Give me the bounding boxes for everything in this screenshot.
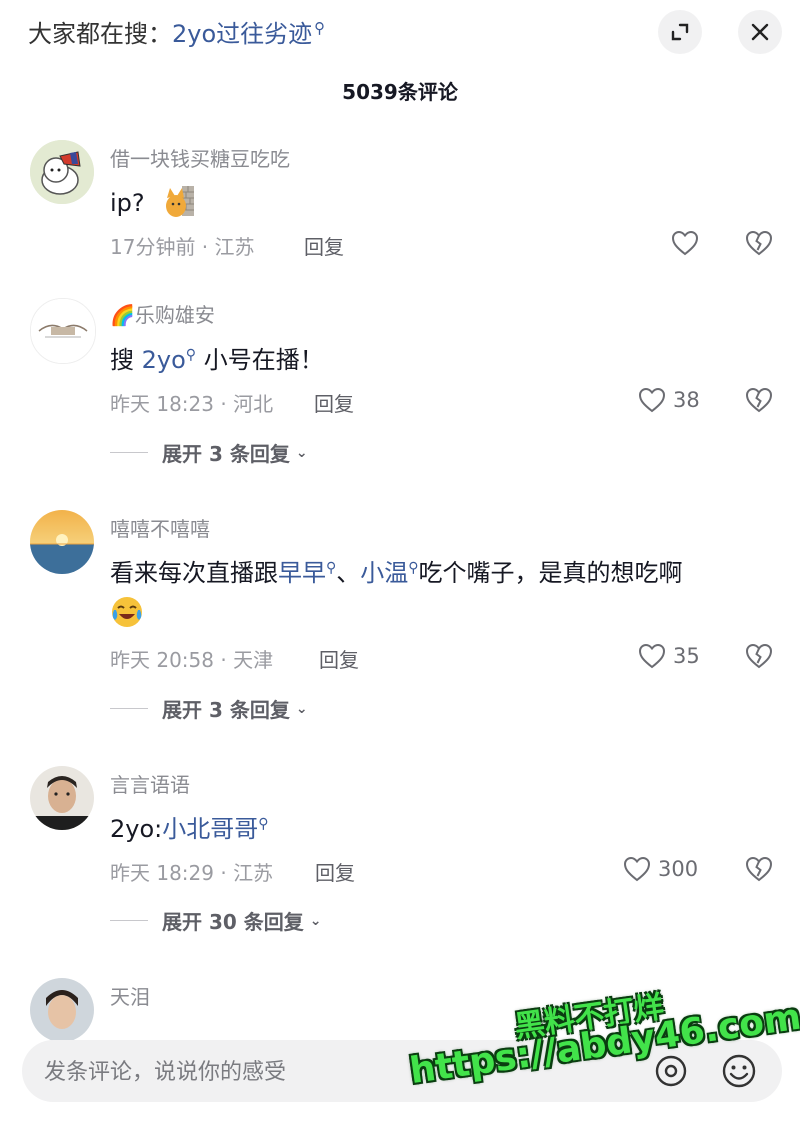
top-bar: 大家都在搜：2yo过往劣迹 ⚲ [0, 0, 800, 66]
avatar[interactable] [30, 140, 94, 204]
dislike-button[interactable] [744, 641, 774, 671]
magnifier-icon: ⚲ [258, 816, 269, 832]
comment-time-location: 昨天 18:23 · 河北 [110, 392, 274, 416]
chevron-down-icon: ⌄ [295, 444, 308, 461]
cat-sticker-icon [164, 184, 196, 224]
close-icon [751, 23, 769, 41]
avatar[interactable] [30, 510, 94, 574]
divider [110, 708, 148, 709]
at-icon [655, 1055, 687, 1087]
like-button[interactable]: 35 [637, 641, 700, 671]
search-link[interactable]: 小温 [360, 559, 408, 587]
comment-text: ip? [110, 184, 196, 224]
like-button[interactable]: 38 [637, 385, 700, 415]
heart-icon [671, 230, 699, 256]
comment-time-location: 昨天 18:29 · 江苏 [110, 861, 274, 885]
expand-icon [671, 23, 689, 41]
comment-input-bar [22, 1040, 782, 1102]
expand-replies[interactable]: 展开 3 条回复 ⌄ [110, 438, 308, 467]
username[interactable]: 嘻嘻不嘻嘻 [110, 513, 210, 542]
at-button[interactable] [652, 1052, 690, 1090]
expand-button[interactable] [658, 10, 702, 54]
broken-heart-icon [745, 387, 773, 413]
username[interactable]: 言言语语 [110, 769, 190, 798]
expand-replies[interactable]: 展开 3 条回复 ⌄ [110, 694, 308, 723]
trending-search-prefix: 大家都在搜： [28, 20, 172, 48]
like-count: 300 [658, 857, 699, 881]
heart-icon [623, 856, 651, 882]
chevron-down-icon: ⌄ [295, 700, 308, 717]
like-button[interactable]: 300 [622, 854, 698, 884]
heart-icon [638, 387, 666, 413]
comment-text: 看来每次直播跟早早⚲、小温⚲吃个嘴子，是真的想吃啊 [110, 559, 683, 587]
dislike-button[interactable] [744, 854, 774, 884]
like-count: 38 [673, 388, 700, 412]
trending-search[interactable]: 大家都在搜：2yo过往劣迹 ⚲ [28, 14, 325, 49]
search-link[interactable]: 2yo [142, 346, 186, 374]
comment-text: 搜 2yo⚲ 小号在播！ [110, 346, 324, 374]
broken-heart-icon [745, 643, 773, 669]
like-count: 35 [673, 644, 700, 668]
broken-heart-icon [745, 230, 773, 256]
divider [110, 452, 148, 453]
reply-button[interactable]: 回复 [319, 644, 359, 673]
heart-icon [638, 643, 666, 669]
search-link[interactable]: 早早 [278, 559, 326, 587]
emoji-icon [722, 1054, 756, 1088]
close-button[interactable] [738, 10, 782, 54]
trending-search-keyword[interactable]: 2yo过往劣迹 [172, 20, 312, 48]
comment-text: 2yo:小北哥哥⚲ [110, 815, 269, 843]
magnifier-icon: ⚲ [326, 560, 337, 576]
reply-button[interactable]: 回复 [315, 857, 355, 886]
avatar[interactable] [30, 766, 94, 830]
dislike-button[interactable] [744, 385, 774, 415]
magnifier-icon: ⚲ [185, 347, 197, 363]
username[interactable]: 借一块钱买糖豆吃吃 [110, 143, 290, 172]
watermark-title: 黑料不打烊 [512, 989, 666, 1046]
search-link[interactable]: 小北哥哥 [162, 815, 258, 843]
broken-heart-icon [745, 856, 773, 882]
comment-count: 5039条评论 [342, 80, 458, 104]
emoji-button[interactable] [720, 1052, 758, 1090]
dislike-button[interactable] [744, 228, 774, 258]
avatar[interactable] [30, 298, 96, 364]
username[interactable]: 天泪 [110, 981, 150, 1010]
reply-button[interactable]: 回复 [314, 388, 354, 417]
chevron-down-icon: ⌄ [309, 912, 322, 929]
magnifier-icon: ⚲ [314, 19, 326, 37]
divider [110, 920, 148, 921]
username[interactable]: 🌈乐购雄安 [110, 299, 215, 328]
magnifier-icon: ⚲ [408, 560, 419, 576]
laughing-crying-emoji-icon [110, 595, 144, 633]
comment-input[interactable] [42, 1054, 526, 1090]
comment-time-location: 17分钟前 · 江苏 [110, 235, 255, 259]
like-button[interactable] [670, 228, 706, 258]
avatar[interactable] [30, 978, 94, 1042]
reply-button[interactable]: 回复 [304, 231, 344, 260]
expand-replies[interactable]: 展开 30 条回复 ⌄ [110, 906, 322, 935]
comment-time-location: 昨天 20:58 · 天津 [110, 648, 274, 672]
